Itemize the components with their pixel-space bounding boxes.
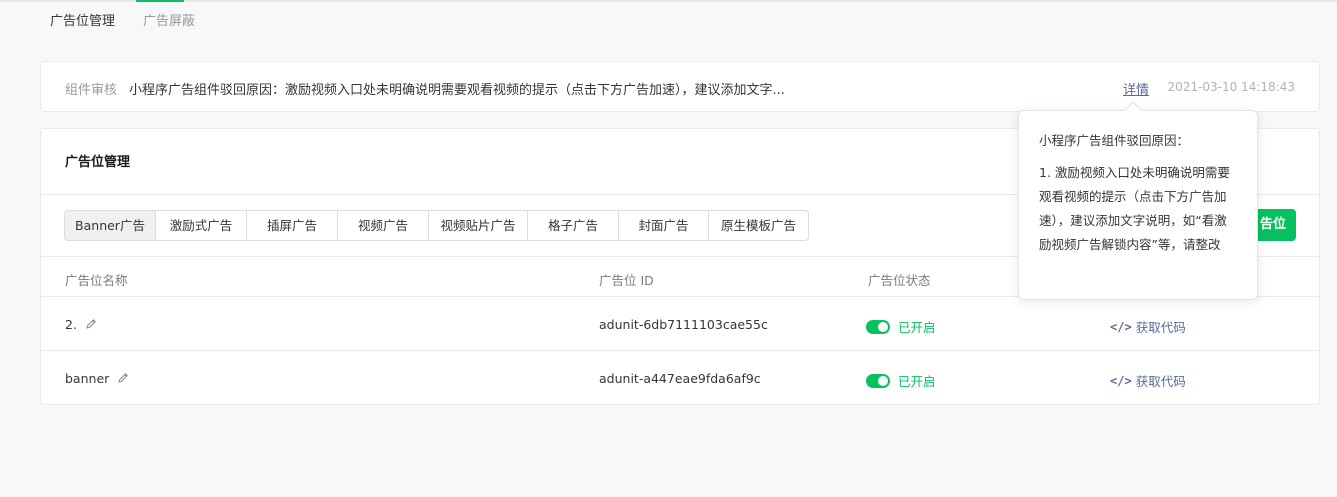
card-title: 广告位管理 [65, 155, 131, 170]
details-link[interactable]: 详情 [1123, 79, 1149, 98]
get-code-label: 获取代码 [1135, 374, 1186, 389]
row-divider [41, 350, 1319, 351]
row-name-cell: banner [65, 371, 129, 386]
header-name: 广告位名称 [65, 273, 128, 288]
segment-rewarded[interactable]: 激励式广告 [156, 211, 247, 240]
get-code-link[interactable]: </> 获取代码 [1110, 317, 1186, 336]
code-icon: </> [1110, 319, 1132, 334]
status-toggle[interactable] [866, 373, 890, 388]
header-id: 广告位 ID [599, 273, 654, 288]
popover-title: 小程序广告组件驳回原因： [1039, 133, 1190, 148]
tab-bar: 广告位管理 广告屏蔽 [50, 12, 195, 32]
row-name-cell: 2. [65, 317, 97, 332]
row-id: adunit-a447eae9fda6af9c [599, 371, 761, 386]
status-label: 已开启 [898, 374, 936, 389]
notice-tag: 组件审核 [65, 83, 118, 98]
tab-ad-slot-management[interactable]: 广告位管理 [50, 12, 115, 32]
segment-banner[interactable]: Banner广告 [65, 211, 156, 240]
status-label: 已开启 [898, 320, 936, 335]
row-status: 已开启 [866, 317, 936, 336]
segment-grid[interactable]: 格子广告 [528, 211, 619, 240]
rejection-details-popover: 小程序广告组件驳回原因： 1. 激励视频入口处未明确说明需要观看视频的提示（点击… [1018, 110, 1258, 300]
row-name: banner [65, 371, 110, 386]
segment-cover[interactable]: 封面广告 [619, 211, 709, 240]
pencil-icon[interactable] [85, 318, 97, 330]
row-id: adunit-6db7111103cae55c [599, 317, 768, 332]
tab-indicator [136, 0, 184, 2]
segment-video-patch[interactable]: 视频贴片广告 [429, 211, 528, 240]
notice-timestamp: 2021-03-10 14:18:43 [1167, 80, 1295, 94]
get-code-label: 获取代码 [1135, 320, 1186, 335]
top-divider [0, 0, 1337, 2]
popover-body: 1. 激励视频入口处未明确说明需要观看视频的提示（点击下方广告加速），建议添加文… [1039, 165, 1230, 252]
review-notice: 组件审核 小程序广告组件驳回原因：激励视频入口处未明确说明需要观看视频的提示（点… [40, 61, 1320, 112]
notice-text: 小程序广告组件驳回原因：激励视频入口处未明确说明需要观看视频的提示（点击下方广告… [129, 83, 785, 98]
status-toggle[interactable] [866, 319, 890, 334]
row-status: 已开启 [866, 371, 936, 390]
pencil-icon[interactable] [117, 372, 129, 384]
get-code-link[interactable]: </> 获取代码 [1110, 371, 1186, 390]
segment-interstitial[interactable]: 插屏广告 [247, 211, 338, 240]
segment-video[interactable]: 视频广告 [338, 211, 429, 240]
ad-type-segmented-control: Banner广告 激励式广告 插屏广告 视频广告 视频贴片广告 格子广告 封面广… [64, 210, 809, 241]
code-icon: </> [1110, 373, 1132, 388]
segment-native-template[interactable]: 原生模板广告 [709, 211, 808, 240]
row-name: 2. [65, 317, 77, 332]
header-status: 广告位状态 [868, 273, 931, 288]
tab-ad-blocking[interactable]: 广告屏蔽 [143, 12, 195, 32]
